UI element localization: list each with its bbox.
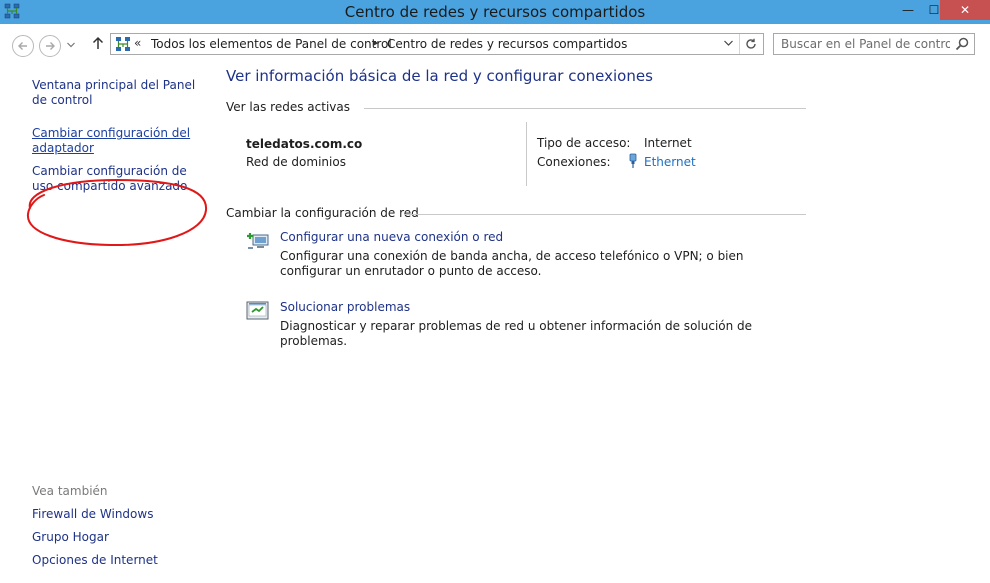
new-connection-icon [247,233,269,249]
navigation-bar: « Todos los elementos de Panel de contro… [0,24,990,66]
address-bar[interactable]: « Todos los elementos de Panel de contro… [110,33,764,55]
window-title: Centro de redes y recursos compartidos [344,3,646,21]
troubleshoot-icon [246,301,269,320]
refresh-button[interactable] [739,34,761,54]
vertical-divider [526,122,527,186]
arrow-up-icon [92,36,104,49]
minimize-button[interactable]: — [895,0,921,20]
up-button[interactable] [88,34,108,56]
address-dropdown[interactable] [719,34,737,54]
left-pane: Ventana principal del Panel de control C… [0,66,210,583]
network-category: Red de dominios [246,155,346,169]
search-box[interactable] [773,33,975,55]
forward-button[interactable] [39,35,61,57]
troubleshoot-description: Diagnosticar y reparar problemas de red … [280,319,753,348]
section-label: Cambiar la configuración de red [226,206,419,220]
link-control-panel-home[interactable]: Ventana principal del Panel de control [32,78,202,108]
arrow-left-icon [18,42,27,50]
page-title: Ver información básica de la red y confi… [226,67,653,85]
back-button[interactable] [12,35,34,57]
title-bar: Centro de redes y recursos compartidos —… [0,0,990,24]
setup-new-connection-link[interactable]: Configurar una nueva conexión o red [280,230,503,244]
troubleshoot-link[interactable]: Solucionar problemas [280,300,410,314]
refresh-icon [745,38,756,49]
section-divider [404,214,806,215]
connections-label: Conexiones: [537,155,611,169]
setup-new-connection-description: Configurar una conexión de banda ancha, … [280,249,744,278]
main-pane: Ver información básica de la red y confi… [210,66,990,583]
link-windows-firewall[interactable]: Firewall de Windows [32,507,202,522]
control-panel-icon [116,37,130,51]
section-active-networks: Ver las redes activas [226,100,806,114]
chevron-down-icon [67,42,75,48]
ethernet-connection-link[interactable]: Ethernet [644,155,696,169]
recent-locations-dropdown[interactable] [67,38,79,54]
close-button[interactable]: ✕ [940,0,990,20]
network-name: teledatos.com.co [246,137,363,151]
search-input[interactable] [774,34,950,54]
breadcrumb-separator[interactable]: ▸ [373,36,379,49]
section-change-network-settings: Cambiar la configuración de red [226,206,806,220]
chevron-down-icon [723,40,733,46]
section-divider [364,108,806,109]
breadcrumb-item-network-center[interactable]: Centro de redes y recursos compartidos [387,37,627,51]
ethernet-icon [629,153,637,168]
link-change-adapter-settings[interactable]: Cambiar configuración del adaptador [32,126,202,156]
section-label: Ver las redes activas [226,100,350,114]
search-icon[interactable] [954,36,970,52]
breadcrumb-overflow[interactable]: « [134,36,141,50]
link-internet-options[interactable]: Opciones de Internet [32,553,202,568]
see-also-heading: Vea también [32,484,108,498]
access-type-value: Internet [644,136,692,150]
link-homegroup[interactable]: Grupo Hogar [32,530,202,545]
arrow-right-icon [46,42,55,50]
access-type-label: Tipo de acceso: [537,136,631,150]
breadcrumb-item-all-control-panel[interactable]: Todos los elementos de Panel de control [151,37,392,51]
link-advanced-sharing-settings[interactable]: Cambiar configuración de uso compartido … [32,164,202,194]
